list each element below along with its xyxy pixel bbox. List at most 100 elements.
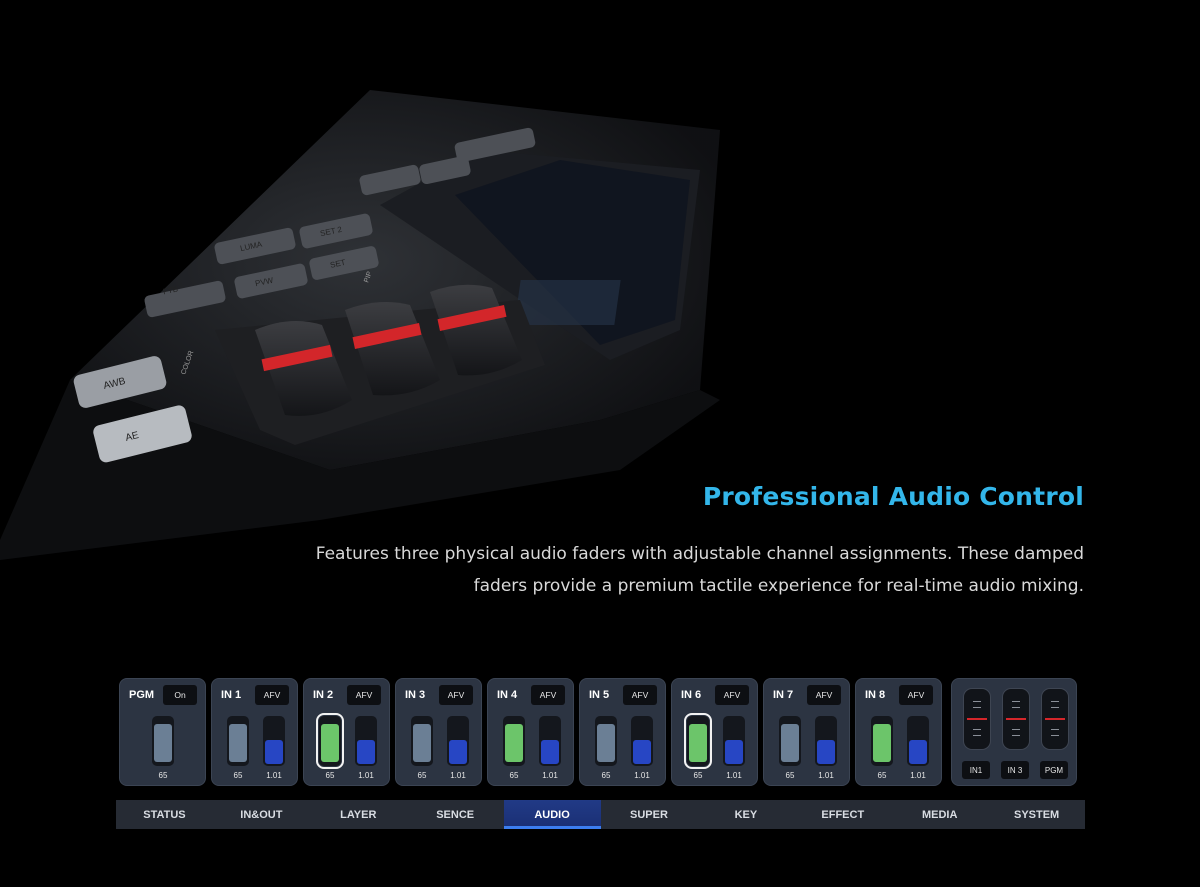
channel-fader-value: 65 — [417, 771, 427, 780]
channel-fader[interactable] — [684, 713, 712, 769]
channel-fader[interactable] — [503, 716, 525, 766]
pgm-strip-name: PGM — [129, 689, 155, 701]
channel-strip-in6: IN 6 AFV 65 1.01 — [671, 678, 758, 786]
channel-volume-level — [449, 740, 467, 764]
tab-key[interactable]: KEY — [697, 800, 794, 829]
channel-volume-value: 1.01 — [634, 771, 650, 780]
channel-strip-in7: IN 7 AFV 65 1.01 — [763, 678, 850, 786]
channel-fader-knob[interactable] — [229, 724, 247, 762]
channel-fader-knob[interactable] — [505, 724, 523, 762]
afv-button[interactable]: AFV — [347, 685, 381, 705]
channel-volume-value: 1.01 — [910, 771, 926, 780]
afv-button[interactable]: AFV — [255, 685, 289, 705]
channel-fader-value: 65 — [325, 771, 335, 780]
tab-effect[interactable]: EFFECT — [794, 800, 891, 829]
feature-description-line-2: faders provide a premium tactile experie… — [473, 576, 1084, 596]
channel-strip-in5: IN 5 AFV 65 1.01 — [579, 678, 666, 786]
channel-volume-level — [265, 740, 283, 764]
channel-name: IN 2 — [313, 689, 334, 701]
channel-strip-in4: IN 4 AFV 65 1.01 — [487, 678, 574, 786]
channel-fader-knob[interactable] — [873, 724, 891, 762]
channel-strip-in2: IN 2 AFV 65 1.01 — [303, 678, 390, 786]
fader-assign-button-1[interactable]: IN1 — [962, 761, 990, 779]
fader-assign-button-3[interactable]: PGM — [1040, 761, 1068, 779]
product-hero-illustration: AWB AE FTB PVW SET LUMA SET 2 COLOR PIP — [0, 90, 1091, 560]
assigned-fader-2[interactable] — [1002, 688, 1030, 750]
tab-inout[interactable]: IN&OUT — [213, 800, 310, 829]
pgm-fader-value: 65 — [158, 771, 168, 780]
channel-volume-value: 1.01 — [818, 771, 834, 780]
channel-name: IN 5 — [589, 689, 610, 701]
channel-volume-meter[interactable] — [539, 716, 561, 766]
afv-button[interactable]: AFV — [807, 685, 841, 705]
fader-assign-button-2[interactable]: IN 3 — [1001, 761, 1029, 779]
tab-super[interactable]: SUPER — [601, 800, 698, 829]
channel-fader[interactable] — [779, 716, 801, 766]
pgm-fader-knob[interactable] — [154, 724, 172, 762]
fader-assignment-group: IN1 IN 3 PGM — [951, 678, 1077, 786]
tab-media[interactable]: MEDIA — [891, 800, 988, 829]
fader-grip-icon — [973, 729, 981, 736]
tab-system[interactable]: SYSTEM — [988, 800, 1085, 829]
channel-fader[interactable] — [227, 716, 249, 766]
assigned-fader-3[interactable] — [1041, 688, 1069, 750]
channel-name: IN 8 — [865, 689, 886, 701]
channel-fader-knob[interactable] — [597, 724, 615, 762]
channel-volume-meter[interactable] — [815, 716, 837, 766]
feature-description-line-1: Features three physical audio faders wit… — [315, 544, 1084, 564]
channel-volume-meter[interactable] — [723, 716, 745, 766]
fader-grip-icon — [1012, 729, 1020, 736]
afv-button[interactable]: AFV — [623, 685, 657, 705]
channel-fader-value: 65 — [601, 771, 611, 780]
fader-grip-icon — [1012, 701, 1020, 708]
channel-fader-value: 65 — [509, 771, 519, 780]
fader-center-line — [1045, 718, 1065, 720]
channel-fader[interactable] — [871, 716, 893, 766]
afv-button[interactable]: AFV — [715, 685, 749, 705]
channel-volume-level — [633, 740, 651, 764]
pgm-on-button[interactable]: On — [163, 685, 197, 705]
channel-fader[interactable] — [411, 716, 433, 766]
channel-volume-value: 1.01 — [450, 771, 466, 780]
channel-fader-value: 65 — [693, 771, 703, 780]
tab-layer[interactable]: LAYER — [310, 800, 407, 829]
audio-mixer-panel: PGM On 65 IN 1 AFV 65 1.01 IN 2 AFV 65 1… — [119, 678, 1079, 788]
fader-center-line — [967, 718, 987, 720]
channel-volume-meter[interactable] — [355, 716, 377, 766]
channel-name: IN 3 — [405, 689, 426, 701]
channel-volume-value: 1.01 — [358, 771, 374, 780]
tab-status[interactable]: STATUS — [116, 800, 213, 829]
fader-center-line — [1006, 718, 1026, 720]
channel-strip-in1: IN 1 AFV 65 1.01 — [211, 678, 298, 786]
channel-fader-knob[interactable] — [689, 724, 707, 762]
fader-grip-icon — [1051, 729, 1059, 736]
pgm-fader[interactable] — [152, 716, 174, 766]
assigned-fader-1[interactable] — [963, 688, 991, 750]
channel-volume-value: 1.01 — [542, 771, 558, 780]
channel-strip-in3: IN 3 AFV 65 1.01 — [395, 678, 482, 786]
channel-name: IN 7 — [773, 689, 794, 701]
channel-fader[interactable] — [595, 716, 617, 766]
channel-volume-meter[interactable] — [263, 716, 285, 766]
channel-volume-level — [541, 740, 559, 764]
feature-heading: Professional Audio Control — [702, 482, 1084, 511]
channel-volume-value: 1.01 — [726, 771, 742, 780]
channel-fader-knob[interactable] — [781, 724, 799, 762]
channel-fader[interactable] — [316, 713, 344, 769]
fader-grip-icon — [1051, 701, 1059, 708]
channel-volume-meter[interactable] — [631, 716, 653, 766]
channel-volume-meter[interactable] — [447, 716, 469, 766]
channel-fader-knob[interactable] — [413, 724, 431, 762]
afv-button[interactable]: AFV — [899, 685, 933, 705]
channel-volume-meter[interactable] — [907, 716, 929, 766]
channel-fader-value: 65 — [877, 771, 887, 780]
channel-fader-value: 65 — [785, 771, 795, 780]
channel-fader-value: 65 — [233, 771, 243, 780]
tab-sence[interactable]: SENCE — [407, 800, 504, 829]
tab-audio[interactable]: AUDIO — [503, 800, 601, 829]
main-tab-bar: STATUS IN&OUT LAYER SENCE AUDIO SUPER KEY EFFEC… — [116, 800, 1085, 829]
channel-name: IN 6 — [681, 689, 702, 701]
channel-fader-knob[interactable] — [321, 724, 339, 762]
afv-button[interactable]: AFV — [439, 685, 473, 705]
afv-button[interactable]: AFV — [531, 685, 565, 705]
